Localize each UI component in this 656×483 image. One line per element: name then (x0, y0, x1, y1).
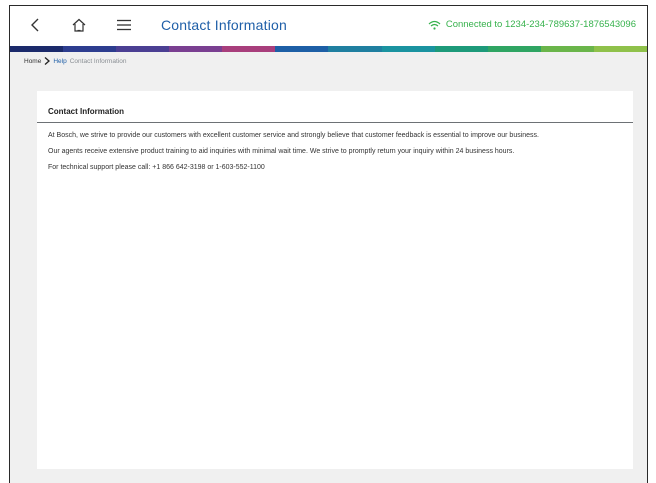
stripe-segment (540, 46, 594, 52)
menu-icon[interactable] (113, 14, 135, 36)
breadcrumb-help[interactable]: Help (53, 58, 66, 65)
breadcrumb-current: Contact Information (69, 57, 127, 65)
stripe-segment (328, 46, 382, 52)
app-window: Contact Information Connected to 1234-23… (9, 5, 648, 483)
connection-status: Connected to 1234-234-789637-1876543096 (428, 19, 636, 30)
paragraph-support: For technical support please call: +1 86… (48, 164, 265, 171)
breadcrumb: Home Help Contact Information (24, 57, 126, 65)
breadcrumb-home[interactable]: Home (24, 58, 41, 65)
connection-text: Connected to 1234-234-789637-1876543096 (445, 19, 636, 30)
paragraph-agents: Our agents receive extensive product tra… (48, 148, 515, 155)
stripe-segment (275, 46, 329, 52)
stripe-segment (116, 46, 170, 52)
stripe-segment (381, 46, 435, 52)
brand-stripe (10, 46, 647, 52)
page-title: Contact Information (161, 17, 287, 33)
top-bar: Contact Information Connected to 1234-23… (10, 6, 647, 46)
wifi-icon (428, 20, 441, 30)
stripe-segment (222, 46, 276, 52)
home-icon[interactable] (68, 14, 90, 36)
chevron-right-icon (44, 57, 51, 65)
paragraph-intro: At Bosch, we strive to provide our custo… (48, 132, 540, 139)
back-arrow-icon[interactable] (24, 14, 46, 36)
stripe-segment (434, 46, 488, 52)
stripe-segment (10, 46, 64, 52)
stripe-segment (63, 46, 117, 52)
stripe-segment (593, 46, 647, 52)
stripe-segment (169, 46, 223, 52)
card-title: Contact Information (37, 91, 633, 123)
card-body: At Bosch, we strive to provide our custo… (37, 123, 633, 173)
contact-card: Contact Information At Bosch, we strive … (37, 91, 633, 469)
stripe-segment (487, 46, 541, 52)
